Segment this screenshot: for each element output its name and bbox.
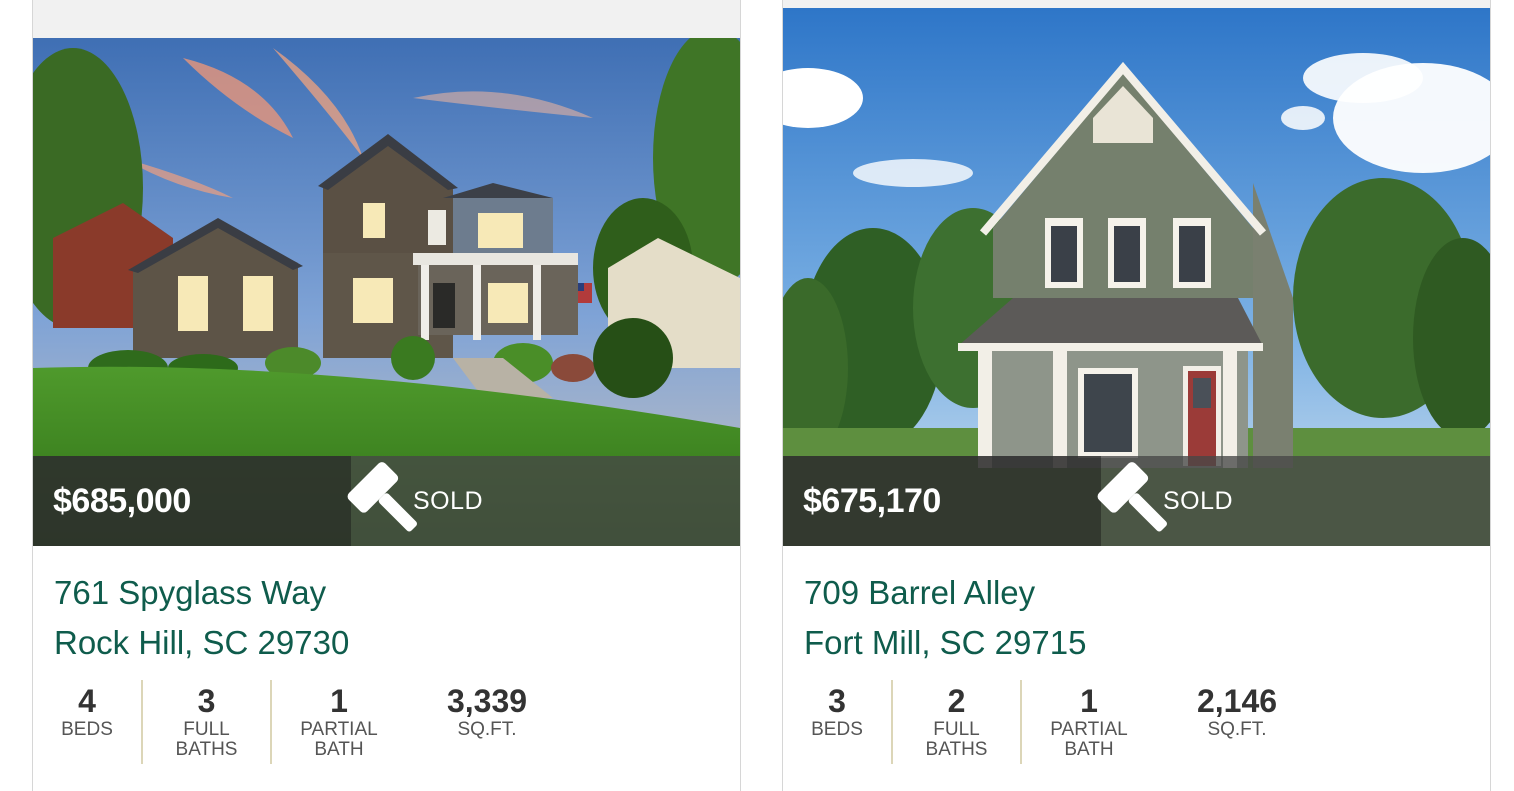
partial-bath-value: 1 bbox=[1080, 683, 1098, 719]
listing-stats: 4 BEDS 3 FULL BATHS 1 PARTIAL BATH 3,339… bbox=[33, 680, 568, 764]
partial-bath-label-line2: BATH bbox=[1064, 739, 1114, 760]
price-band: $685,000 SOLD bbox=[33, 456, 740, 546]
partial-bath-label-line1: PARTIAL bbox=[300, 719, 378, 740]
beds-value: 3 bbox=[828, 683, 846, 719]
beds-value: 4 bbox=[78, 683, 96, 719]
card-top-strip bbox=[783, 0, 1490, 8]
listing-stats: 3 BEDS 2 FULL BATHS 1 PARTIAL BATH 2,146… bbox=[783, 680, 1318, 764]
stat-sqft: 3,339 SQ.FT. bbox=[406, 680, 568, 764]
stat-sqft: 2,146 SQ.FT. bbox=[1156, 680, 1318, 764]
full-baths-value: 3 bbox=[197, 683, 216, 719]
beds-label: BEDS bbox=[811, 719, 863, 740]
status-box: SOLD bbox=[1097, 456, 1490, 546]
price-band: $675,170 SOLD bbox=[783, 456, 1490, 546]
listing-address-link[interactable]: 709 Barrel Alley Fort Mill, SC 29715 bbox=[804, 568, 1086, 668]
sqft-label: SQ.FT. bbox=[1207, 719, 1267, 740]
partial-bath-label-line2: BATH bbox=[314, 739, 364, 760]
stat-partial-bath: 1 PARTIAL BATH bbox=[272, 680, 406, 764]
full-baths-label-line2: BATHS bbox=[175, 739, 238, 760]
status-box: SOLD bbox=[347, 456, 740, 546]
stat-beds: 4 BEDS bbox=[33, 680, 141, 764]
address-street: 709 Barrel Alley bbox=[804, 574, 1036, 611]
address-city-state-zip: Rock Hill, SC 29730 bbox=[54, 624, 350, 661]
beds-label: BEDS bbox=[61, 719, 113, 740]
stat-partial-bath: 1 PARTIAL BATH bbox=[1022, 680, 1156, 764]
full-baths-label-line1: FULL bbox=[933, 719, 980, 740]
stat-full-baths: 3 FULL BATHS bbox=[143, 680, 270, 764]
gavel-icon bbox=[347, 462, 417, 532]
gavel-icon bbox=[1097, 462, 1167, 532]
card-top-strip bbox=[33, 0, 740, 38]
sqft-value: 2,146 bbox=[1196, 683, 1278, 719]
listing-address-link[interactable]: 761 Spyglass Way Rock Hill, SC 29730 bbox=[54, 568, 349, 668]
listing-photo[interactable]: $685,000 SOLD bbox=[33, 38, 740, 546]
full-baths-label-line2: BATHS bbox=[925, 739, 988, 760]
stat-beds: 3 BEDS bbox=[783, 680, 891, 764]
listing-photo[interactable]: $675,170 SOLD bbox=[783, 8, 1490, 546]
full-baths-value: 2 bbox=[947, 683, 966, 719]
partial-bath-label-line1: PARTIAL bbox=[1050, 719, 1128, 740]
sqft-value: 3,339 bbox=[446, 683, 528, 719]
address-street: 761 Spyglass Way bbox=[54, 574, 327, 611]
address-city-state-zip: Fort Mill, SC 29715 bbox=[804, 624, 1087, 661]
partial-bath-value: 1 bbox=[330, 683, 348, 719]
listing-card[interactable]: $675,170 SOLD 709 Barrel Alley Fort Mill… bbox=[782, 0, 1491, 791]
sqft-label: SQ.FT. bbox=[457, 719, 517, 740]
full-baths-label-line1: FULL bbox=[183, 719, 230, 740]
stat-full-baths: 2 FULL BATHS bbox=[893, 680, 1020, 764]
listing-card[interactable]: $685,000 SOLD 761 Spyglass Way Rock Hill… bbox=[32, 0, 741, 791]
